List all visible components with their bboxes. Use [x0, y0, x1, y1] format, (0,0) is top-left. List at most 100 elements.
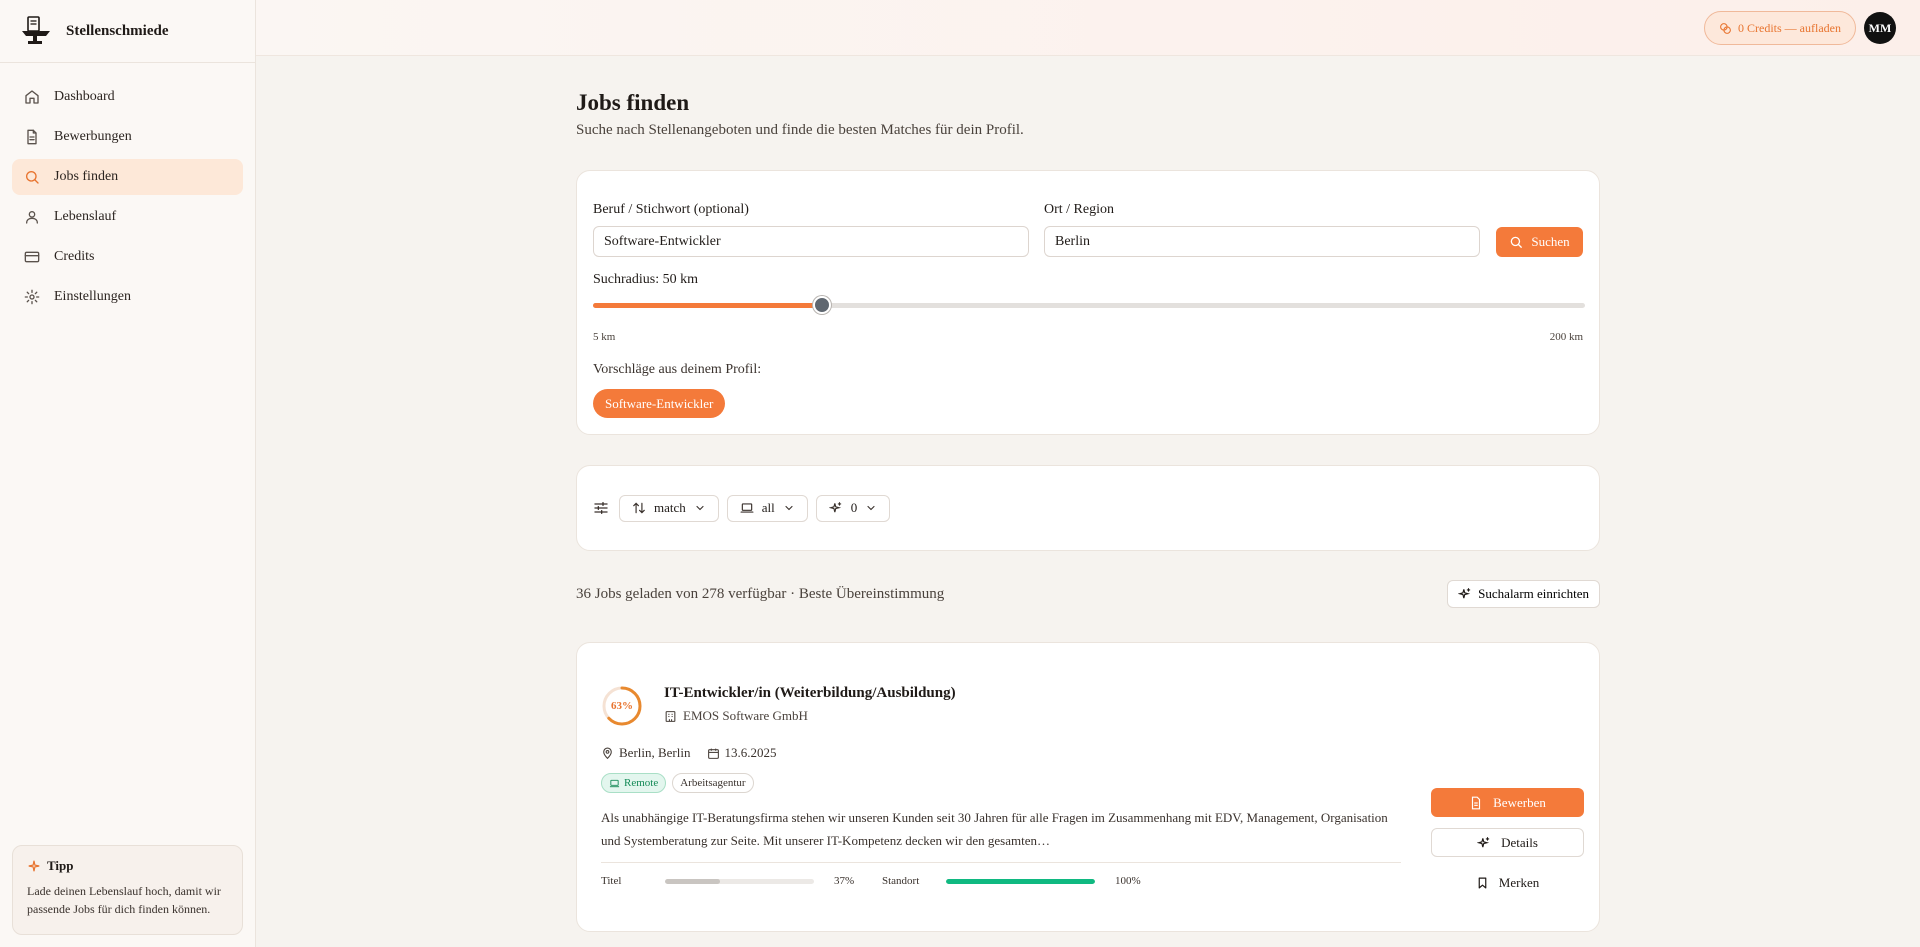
- details-button[interactable]: Details: [1431, 828, 1584, 857]
- tag-source: Arbeitsagentur: [672, 773, 754, 793]
- score-location-label: Standort: [882, 875, 920, 887]
- job-date: 13.6.2025: [724, 745, 777, 760]
- radius-max-label: 200 km: [1549, 331, 1583, 343]
- chevron-down-icon: [785, 505, 793, 511]
- sparkles-icon: [1477, 836, 1490, 847]
- score-title-label: Titel: [601, 875, 622, 887]
- chevron-down-icon: [867, 505, 875, 511]
- search-alarm-label: Suchalarm einrichten: [1478, 586, 1589, 601]
- bookmark-button[interactable]: Merken: [1431, 868, 1584, 897]
- anvil-logo-icon: [22, 16, 50, 44]
- brand[interactable]: Stellenschmiede: [0, 0, 255, 63]
- suggestions-label: Vorschläge aus deinem Profil:: [593, 362, 762, 377]
- page-title: Jobs finden: [576, 90, 690, 115]
- credits-label: 0 Credits — aufladen: [1738, 20, 1841, 35]
- tip-box: Tipp Lade deinen Lebenslauf hoch, damit …: [12, 845, 243, 935]
- score-location-bar: [946, 878, 1095, 884]
- laptop-icon: [609, 779, 620, 787]
- job-description: Als unabhängige IT-Beratungsfirma stehen…: [601, 810, 1388, 848]
- page-subtitle: Suche nach Stellenangeboten und finde di…: [576, 122, 1024, 138]
- search-icon: [1511, 236, 1523, 248]
- sidebar-item-jobs-finden[interactable]: Jobs finden: [12, 159, 243, 195]
- match-score-label: 63%: [611, 700, 633, 712]
- results-summary: 36 Jobs geladen von 278 verfügbar · Best…: [576, 585, 945, 602]
- job-scores: Titel 37% Standort 100%: [601, 875, 1141, 887]
- map-pin-icon: [603, 747, 612, 759]
- location-input[interactable]: Berlin: [1044, 226, 1480, 257]
- main-content: Jobs finden Suche nach Stellenangeboten …: [576, 56, 1600, 932]
- tip-title: Tipp: [27, 858, 228, 874]
- job-tags: Remote Arbeitsagentur: [601, 773, 760, 793]
- score-location-pct: 100%: [1115, 875, 1141, 887]
- credits-button[interactable]: 0 Credits — aufladen: [1704, 11, 1856, 45]
- bookmark-icon: [1478, 877, 1487, 888]
- sort-arrows-icon: [633, 502, 645, 514]
- sidebar-item-credits[interactable]: Credits: [12, 239, 243, 275]
- sort-value: match: [654, 500, 686, 515]
- job-actions: Bewerben Details Merken: [1431, 788, 1584, 908]
- tag-remote-label: Remote: [624, 777, 659, 789]
- job-location: Berlin, Berlin: [619, 745, 691, 760]
- gear-icon: [24, 289, 40, 305]
- keyword-input[interactable]: Software-Entwickler: [593, 226, 1029, 257]
- search-alarm-button[interactable]: Suchalarm einrichten: [1447, 580, 1600, 608]
- sidebar-item-label: Lebenslauf: [54, 209, 117, 224]
- radius-slider-thumb[interactable]: [812, 296, 831, 314]
- sidebar-nav: Dashboard Bewerbungen Jobs finden Lebens…: [0, 63, 255, 335]
- sidebar-item-lebenslauf[interactable]: Lebenslauf: [12, 199, 243, 235]
- sidebar-item-label: Credits: [54, 249, 95, 264]
- filter-bar: match all 0: [576, 465, 1600, 551]
- brand-name: Stellenschmiede: [66, 22, 169, 39]
- laptop-icon: [740, 503, 754, 513]
- job-card[interactable]: 63% IT-Entwickler/in (Weiterbildung/Ausb…: [576, 642, 1600, 932]
- results-header: 36 Jobs geladen von 278 verfügbar · Best…: [576, 579, 1600, 609]
- divider: [601, 862, 1401, 863]
- tip-title-text: Tipp: [47, 858, 74, 873]
- avatar[interactable]: MM: [1864, 12, 1896, 44]
- job-title[interactable]: IT-Entwickler/in (Weiterbildung/Ausbildu…: [664, 685, 956, 702]
- match-score-ring: 63%: [601, 685, 643, 727]
- building-icon: [665, 710, 676, 722]
- sparkles-icon: [1458, 588, 1471, 599]
- location-label: Ort / Region: [1044, 202, 1114, 217]
- radius-slider-fill: [593, 303, 822, 308]
- sidebar-item-label: Jobs finden: [54, 169, 119, 184]
- suggestion-chip[interactable]: Software-Entwickler: [593, 389, 726, 418]
- apply-button[interactable]: Bewerben: [1431, 788, 1584, 817]
- calendar-icon: [707, 748, 719, 759]
- workmode-dropdown[interactable]: all: [726, 494, 808, 522]
- sparkles-icon: [828, 502, 842, 513]
- document-icon: [27, 129, 37, 145]
- topbar: 0 Credits — aufladen MM: [256, 0, 1920, 56]
- user-icon: [26, 211, 38, 224]
- search-icon: [26, 171, 39, 184]
- tip-text: Lade deinen Lebenslauf hoch, damit wir p…: [27, 884, 221, 916]
- search-button-label: Suchen: [1531, 234, 1570, 249]
- workmode-value: all: [761, 500, 775, 515]
- apply-label: Bewerben: [1493, 794, 1546, 810]
- sidebar-item-einstellungen[interactable]: Einstellungen: [12, 279, 243, 315]
- tag-remote: Remote: [601, 773, 667, 793]
- sidebar: Stellenschmiede Dashboard Bewerbungen Jo…: [0, 0, 256, 947]
- coin-icon: [1720, 22, 1731, 34]
- sidebar-item-dashboard[interactable]: Dashboard: [12, 79, 243, 115]
- sidebar-item-label: Dashboard: [54, 89, 115, 104]
- job-company-name: EMOS Software GmbH: [683, 708, 808, 723]
- search-button[interactable]: Suchen: [1496, 227, 1583, 257]
- home-icon: [25, 90, 39, 104]
- details-label: Details: [1501, 834, 1538, 850]
- keyword-label: Beruf / Stichwort (optional): [593, 202, 749, 217]
- sparkle-icon: [28, 860, 40, 872]
- job-company: EMOS Software GmbH: [664, 708, 808, 724]
- document-icon: [1472, 796, 1481, 809]
- sidebar-item-bewerbungen[interactable]: Bewerbungen: [12, 119, 243, 155]
- score-location-fill: [946, 878, 1095, 884]
- bookmark-label: Merken: [1498, 874, 1540, 890]
- chevron-down-icon: [696, 505, 704, 511]
- radius-slider[interactable]: [593, 296, 1585, 314]
- sort-dropdown[interactable]: match: [619, 494, 719, 522]
- extra-filter-value: 0: [850, 500, 858, 515]
- radius-label: Suchradius: 50 km: [593, 272, 698, 287]
- search-card: Beruf / Stichwort (optional) Software-En…: [576, 170, 1600, 435]
- extra-filter-dropdown[interactable]: 0: [815, 494, 891, 522]
